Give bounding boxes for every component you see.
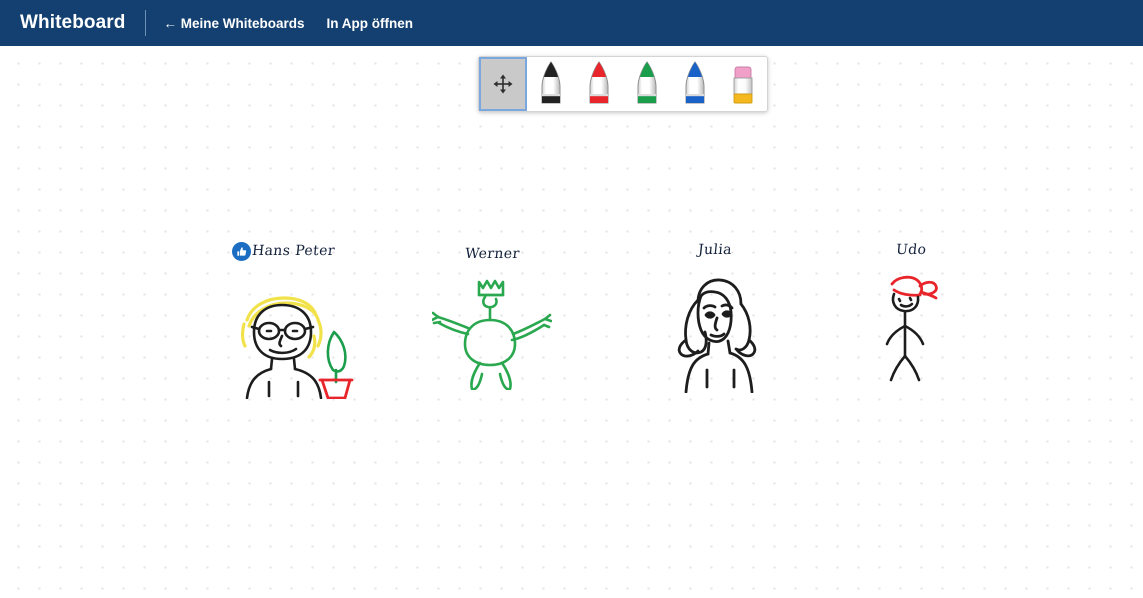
tool-pen-black[interactable] <box>527 57 575 111</box>
sketch-hans-peter <box>241 296 354 399</box>
drawing-toolbar <box>478 56 768 112</box>
page-title: Whiteboard <box>20 12 126 33</box>
pen-icon <box>634 60 660 108</box>
pen-icon <box>682 60 708 108</box>
thumbs-up-icon <box>236 246 246 256</box>
app-header: Whiteboard ← Meine Whiteboards In App öf… <box>0 0 1143 46</box>
drawing-udo[interactable]: Udo <box>872 242 962 382</box>
drawing-label-udo: Udo <box>895 242 928 258</box>
drawing-label-julia: Julia <box>697 242 733 258</box>
tool-move[interactable] <box>479 57 527 111</box>
drawing-label-hans-peter: Hans Peter <box>251 243 336 259</box>
eraser-icon <box>730 60 756 108</box>
pen-icon <box>538 60 564 108</box>
sketch-werner <box>432 279 552 390</box>
link-my-whiteboards[interactable]: ← Meine Whiteboards <box>164 16 305 31</box>
tool-eraser[interactable] <box>719 57 767 111</box>
drawing-hans-peter[interactable]: Hans Peter <box>232 242 362 402</box>
pen-icon <box>586 60 612 108</box>
reaction-badge-thumbs-up[interactable] <box>232 242 251 261</box>
tool-pen-green[interactable] <box>623 57 671 111</box>
drawing-werner[interactable]: Werner <box>432 246 552 391</box>
sketch-udo <box>885 275 938 382</box>
whiteboard-canvas[interactable]: Hans Peter Werner Julia Udo <box>0 46 1143 598</box>
sketch-julia <box>677 278 757 393</box>
link-open-in-app[interactable]: In App öffnen <box>327 16 413 31</box>
tool-pen-blue[interactable] <box>671 57 719 111</box>
move-arrows-icon <box>492 73 514 95</box>
drawing-label-werner: Werner <box>464 246 521 262</box>
header-divider <box>144 10 146 36</box>
tool-pen-red[interactable] <box>575 57 623 111</box>
drawing-julia[interactable]: Julia <box>662 242 777 393</box>
